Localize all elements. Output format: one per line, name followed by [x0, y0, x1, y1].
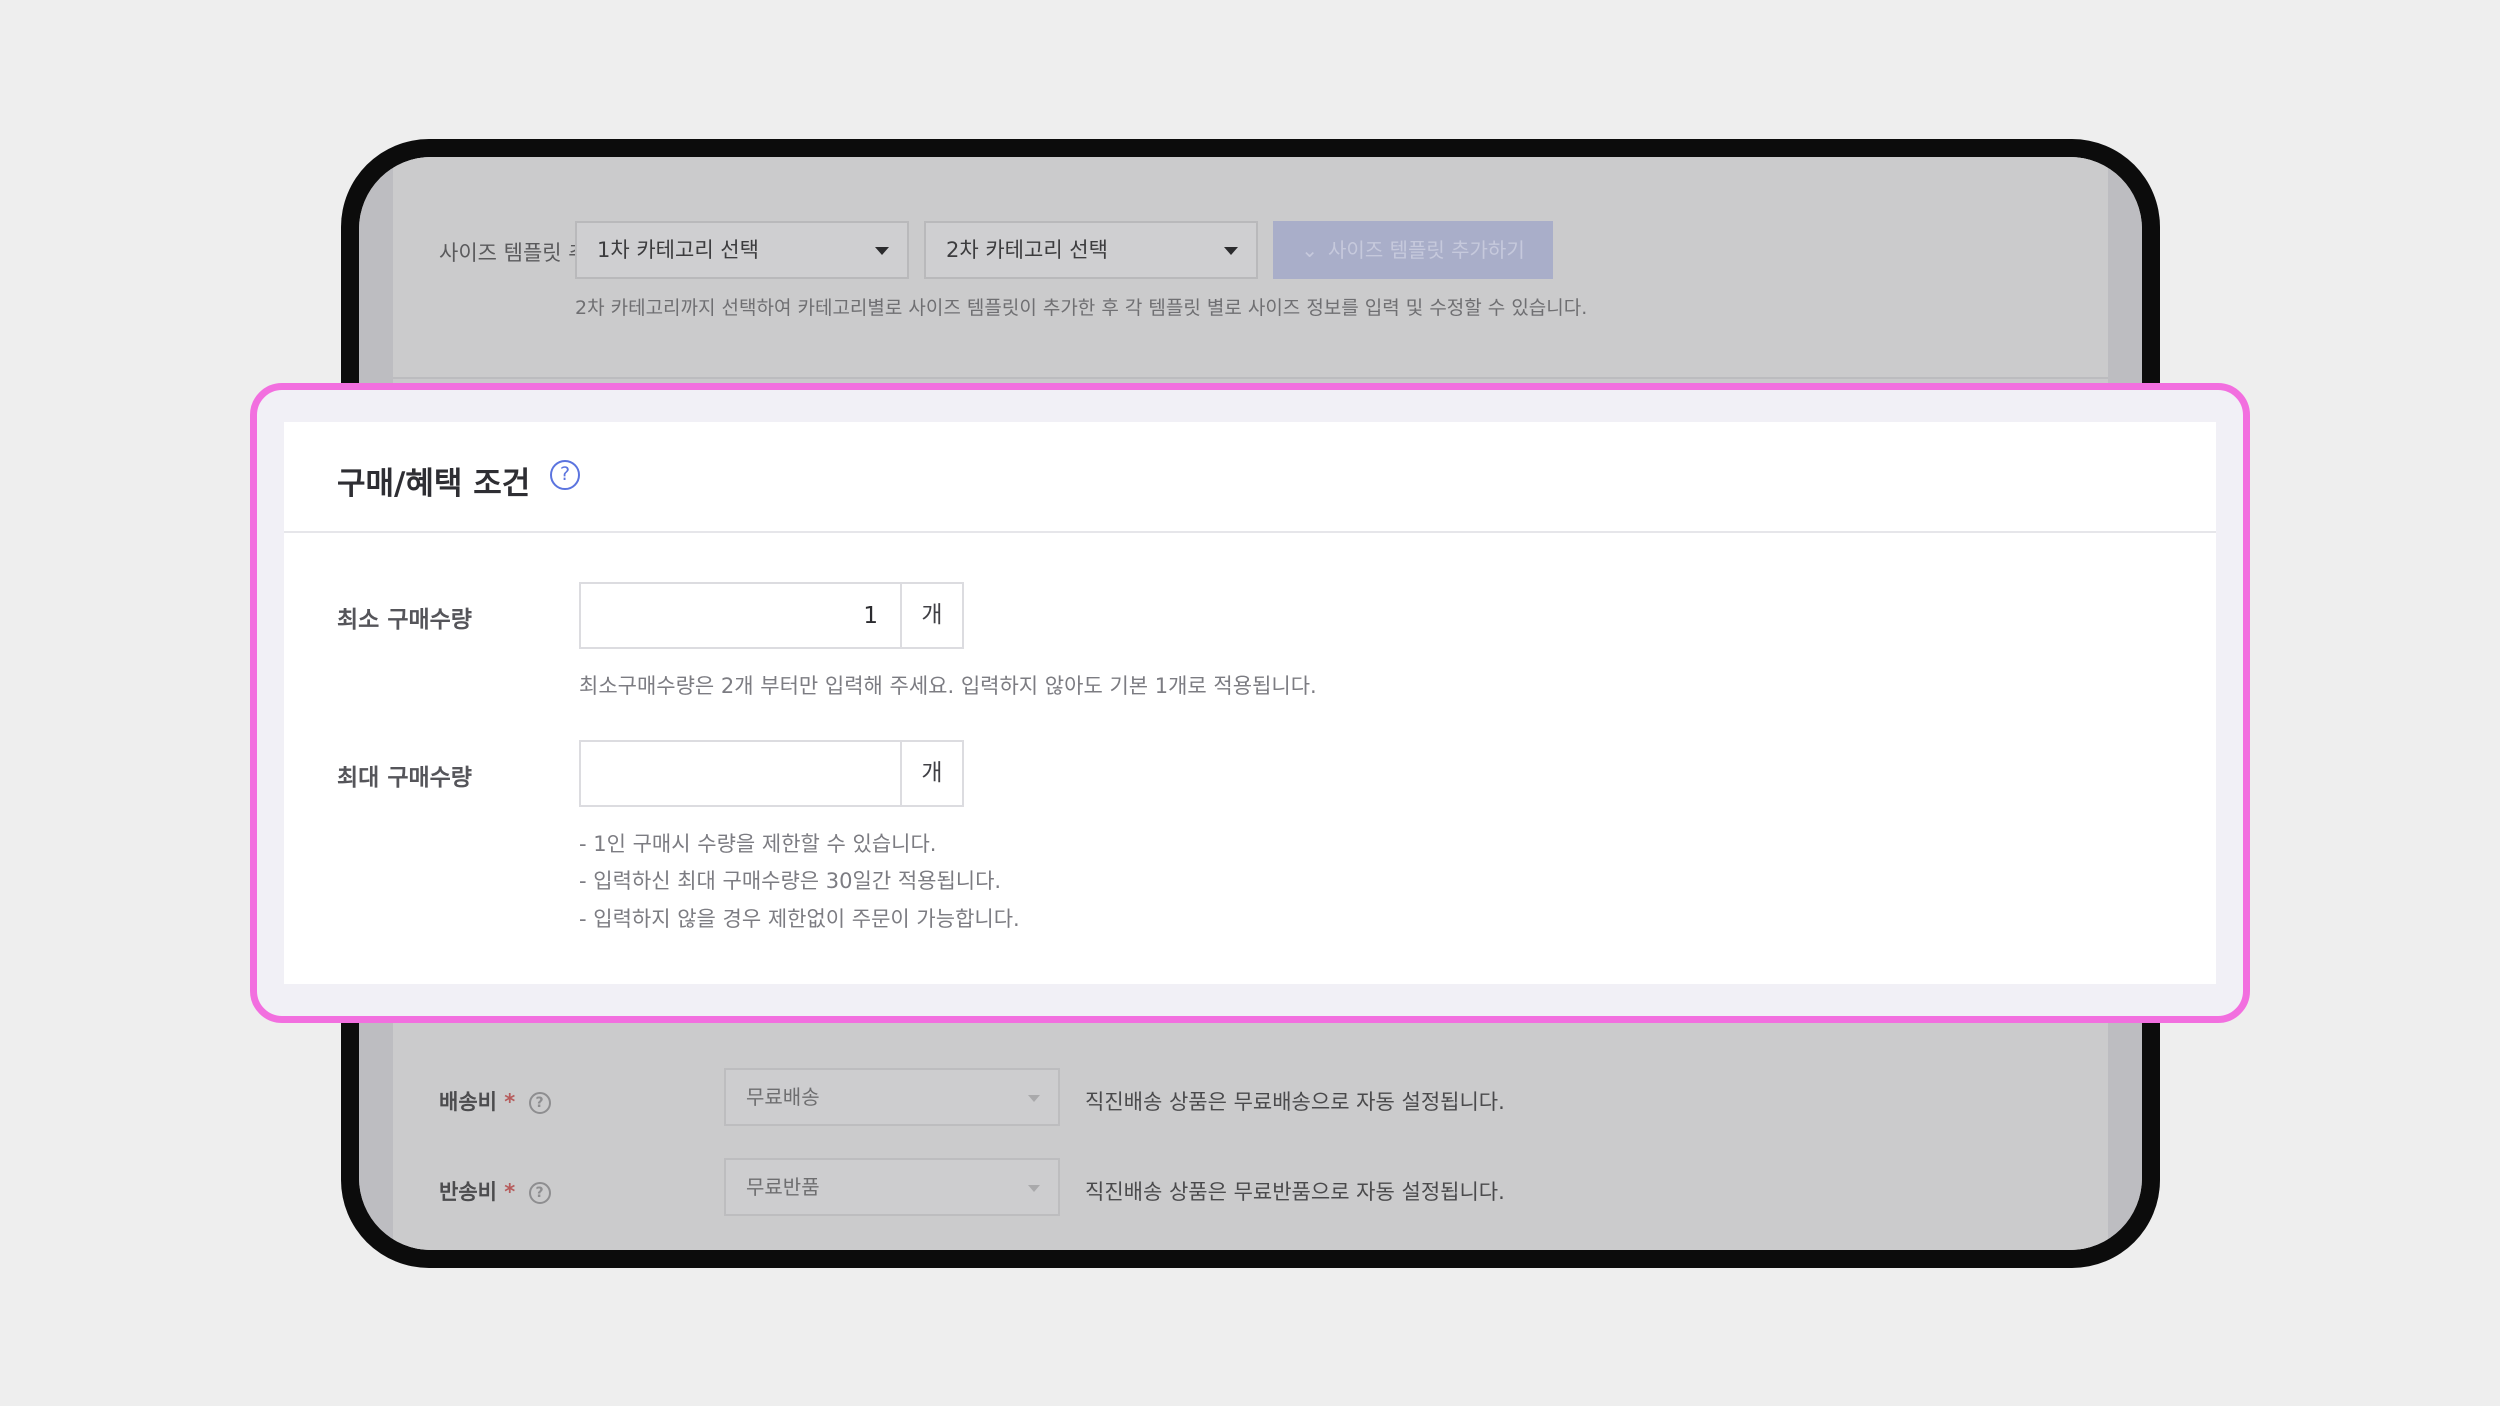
- required-mark: *: [504, 1090, 516, 1114]
- add-size-template-button-label: 사이즈 템플릿 추가하기: [1328, 238, 1525, 262]
- min-purchase-help: 최소구매수량은 2개 부터만 입력해 주세요. 입력하지 않아도 기본 1개로 …: [579, 674, 1317, 698]
- shipping-fee-label-text: 배송비: [439, 1090, 497, 1114]
- return-fee-label-text: 반송비: [439, 1180, 497, 1204]
- max-purchase-help-line: - 입력하신 최대 구매수량은 30일간 적용됩니다.: [579, 869, 1002, 893]
- category1-select[interactable]: 1차 카테고리 선택: [575, 221, 909, 279]
- size-template-panel: 사이즈 템플릿 추가 1차 카테고리 선택 2차 카테고리 선택 ⌄ 사이즈 템플…: [393, 157, 2108, 379]
- page-title: 구매/혜택 조건: [337, 466, 531, 502]
- caret-down-icon: [1028, 1095, 1040, 1102]
- purchase-conditions-card: 구매/혜택 조건 ? 최소 구매수량 개 최소구매수량은 2개 부터만 입력해 …: [284, 422, 2216, 984]
- max-purchase-unit: 개: [900, 742, 962, 805]
- shipping-panel: 배송비 * ? 무료배송 직진배송 상품은 무료배송으로 자동 설정됩니다. 반…: [393, 1018, 2108, 1250]
- question-circle-icon[interactable]: ?: [528, 1182, 551, 1204]
- category1-select-value: 1차 카테고리 선택: [597, 238, 759, 262]
- highlight-frame: 구매/혜택 조건 ? 최소 구매수량 개 최소구매수량은 2개 부터만 입력해 …: [250, 383, 2250, 1023]
- return-fee-note: 직진배송 상품은 무료반품으로 자동 설정됩니다.: [1085, 1180, 1505, 1204]
- card-header: 구매/혜택 조건 ?: [284, 422, 2216, 533]
- question-circle-icon[interactable]: ?: [528, 1092, 551, 1114]
- category2-select[interactable]: 2차 카테고리 선택: [924, 221, 1258, 279]
- shipping-fee-select[interactable]: 무료배송: [724, 1068, 1060, 1126]
- add-size-template-button[interactable]: ⌄ 사이즈 템플릿 추가하기: [1273, 221, 1553, 279]
- max-purchase-field: 개: [579, 740, 964, 807]
- caret-down-icon: [875, 247, 889, 255]
- chevron-down-icon: ⌄: [1301, 238, 1319, 262]
- return-fee-select[interactable]: 무료반품: [724, 1158, 1060, 1216]
- question-circle-icon[interactable]: ?: [550, 460, 580, 490]
- shipping-fee-select-value: 무료배송: [746, 1085, 820, 1109]
- shipping-fee-label: 배송비 * ?: [439, 1086, 551, 1116]
- max-purchase-label: 최대 구매수량: [337, 765, 472, 791]
- min-purchase-input[interactable]: [581, 584, 900, 647]
- return-fee-select-value: 무료반품: [746, 1175, 820, 1199]
- category2-select-value: 2차 카테고리 선택: [946, 238, 1108, 262]
- caret-down-icon: [1224, 247, 1238, 255]
- return-fee-label: 반송비 * ?: [439, 1176, 551, 1206]
- max-purchase-help-line: - 입력하지 않을 경우 제한없이 주문이 가능합니다.: [579, 907, 1020, 931]
- min-purchase-label: 최소 구매수량: [337, 607, 472, 633]
- required-mark: *: [504, 1180, 516, 1204]
- shipping-fee-note: 직진배송 상품은 무료배송으로 자동 설정됩니다.: [1085, 1090, 1505, 1114]
- min-purchase-unit: 개: [900, 584, 962, 647]
- max-purchase-input[interactable]: [581, 742, 900, 805]
- size-template-hint: 2차 카테고리까지 선택하여 카테고리별로 사이즈 템플릿이 추가한 후 각 템…: [575, 297, 1588, 319]
- min-purchase-field: 개: [579, 582, 964, 649]
- caret-down-icon: [1028, 1185, 1040, 1192]
- max-purchase-help-line: - 1인 구매시 수량을 제한할 수 있습니다.: [579, 832, 937, 856]
